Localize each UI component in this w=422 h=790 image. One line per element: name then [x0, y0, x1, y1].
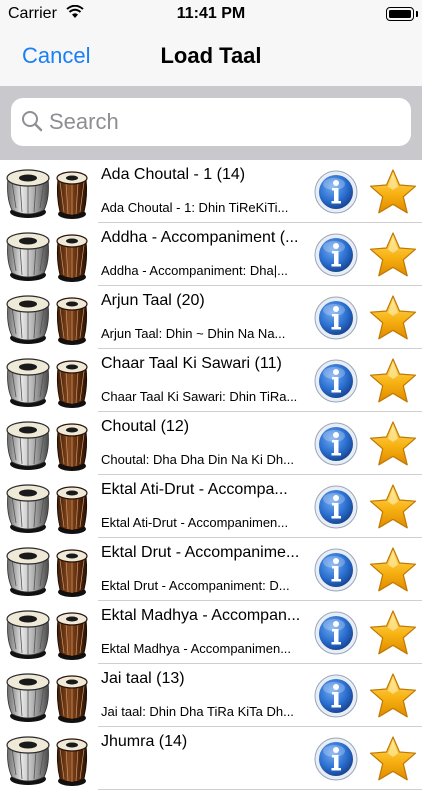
taal-subtitle: Jai taal: Dhin Dha TiRa KiTa Dh...: [101, 704, 294, 719]
star-icon[interactable]: [368, 294, 418, 342]
taal-title: Choutal (12): [101, 418, 190, 435]
taal-subtitle: Ektal Madhya - Accompanimen...: [101, 641, 292, 656]
info-icon[interactable]: [314, 674, 358, 718]
status-time: 11:41 PM: [176, 5, 246, 22]
tabla-drums-icon: [4, 290, 92, 346]
tabla-drums-icon: [4, 353, 92, 409]
taal-title: Ektal Madhya - Accompan...: [101, 607, 301, 624]
list-item[interactable]: Chaar Taal Ki Sawari (11) Chaar Taal Ki S…: [0, 349, 422, 412]
star-icon[interactable]: [368, 672, 418, 720]
star-icon[interactable]: [368, 231, 418, 279]
taal-title: Ektal Drut - Accompanime...: [101, 544, 300, 561]
taal-title: Ektal Ati-Drut - Accompa...: [101, 481, 288, 498]
taal-title: Addha - Accompaniment (...: [101, 229, 299, 246]
info-icon[interactable]: [314, 737, 358, 781]
info-icon[interactable]: [314, 296, 358, 340]
navigation-bar: Cancel Load Taal: [0, 28, 422, 86]
list-item[interactable]: Addha - Accompaniment (... Addha - Accomp…: [0, 223, 422, 286]
taal-subtitle: Ada Choutal - 1: Dhin TiReKiTi...: [101, 200, 289, 215]
taal-subtitle: Choutal: Dha Dha Din Na Ki Dh...: [101, 452, 294, 467]
info-icon[interactable]: [314, 170, 358, 214]
list-item[interactable]: Choutal (12) Choutal: Dha Dha Din Na Ki D…: [0, 412, 422, 475]
taal-subtitle: Chaar Taal Ki Sawari: Dhin TiRa...: [101, 389, 298, 404]
search-icon: [22, 111, 43, 132]
list-item[interactable]: Ada Choutal - 1 (14) Ada Choutal - 1: Dhi…: [0, 160, 422, 223]
tabla-drums-icon: [4, 668, 92, 724]
tabla-drums-icon: [4, 416, 92, 472]
star-icon[interactable]: [368, 735, 418, 783]
taal-list: Ada Choutal - 1 (14) Ada Choutal - 1: Dhi…: [0, 160, 422, 790]
info-icon[interactable]: [314, 359, 358, 403]
taal-title: Chaar Taal Ki Sawari (11): [101, 355, 282, 372]
star-icon[interactable]: [368, 483, 418, 531]
taal-subtitle: Arjun Taal: Dhin ~ Dhin Na Na...: [101, 326, 286, 341]
taal-subtitle: Ektal Ati-Drut - Accompanimen...: [101, 515, 289, 530]
taal-subtitle: Addha - Accompaniment: Dha|...: [101, 263, 288, 278]
list-item[interactable]: Ektal Drut - Accompanime... Ektal Drut - …: [0, 538, 422, 601]
list-item[interactable]: Ektal Ati-Drut - Accompa... Ektal Ati-Dru…: [0, 475, 422, 538]
taal-title: Arjun Taal (20): [101, 292, 205, 309]
taal-title: Jai taal (13): [101, 670, 185, 687]
star-icon[interactable]: [368, 420, 418, 468]
star-icon[interactable]: [368, 357, 418, 405]
tabla-drums-icon: [4, 605, 92, 661]
info-icon[interactable]: [314, 485, 358, 529]
search-field[interactable]: [11, 98, 411, 146]
search-bar: [0, 86, 422, 160]
star-icon[interactable]: [368, 609, 418, 657]
battery-nub: [416, 11, 418, 17]
status-bar: Carrier 11:41 PM: [0, 0, 422, 28]
list-item[interactable]: Ektal Madhya - Accompan... Ektal Madhya -…: [0, 601, 422, 664]
tabla-drums-icon: [4, 227, 92, 283]
list-item[interactable]: Jai taal (13) Jai taal: Dhin Dha TiRa KiT…: [0, 664, 422, 727]
battery-icon: [386, 7, 414, 21]
info-icon[interactable]: [314, 611, 358, 655]
info-icon[interactable]: [314, 548, 358, 592]
info-icon[interactable]: [314, 422, 358, 466]
tabla-drums-icon: [4, 731, 92, 787]
list-item[interactable]: Jhumra (14): [0, 727, 422, 790]
star-icon[interactable]: [368, 546, 418, 594]
taal-subtitle: Ektal Drut - Accompaniment: D...: [101, 578, 290, 593]
tabla-drums-icon: [4, 479, 92, 535]
list-item[interactable]: Arjun Taal (20) Arjun Taal: Dhin ~ Dhin N…: [0, 286, 422, 349]
tabla-drums-icon: [4, 542, 92, 598]
tabla-drums-icon: [4, 164, 92, 220]
page-title: Load Taal: [160, 43, 262, 68]
info-icon[interactable]: [314, 233, 358, 277]
search-input[interactable]: [49, 98, 399, 146]
taal-title: Jhumra (14): [101, 733, 188, 750]
taal-title: Ada Choutal - 1 (14): [101, 166, 246, 183]
star-icon[interactable]: [368, 168, 418, 216]
